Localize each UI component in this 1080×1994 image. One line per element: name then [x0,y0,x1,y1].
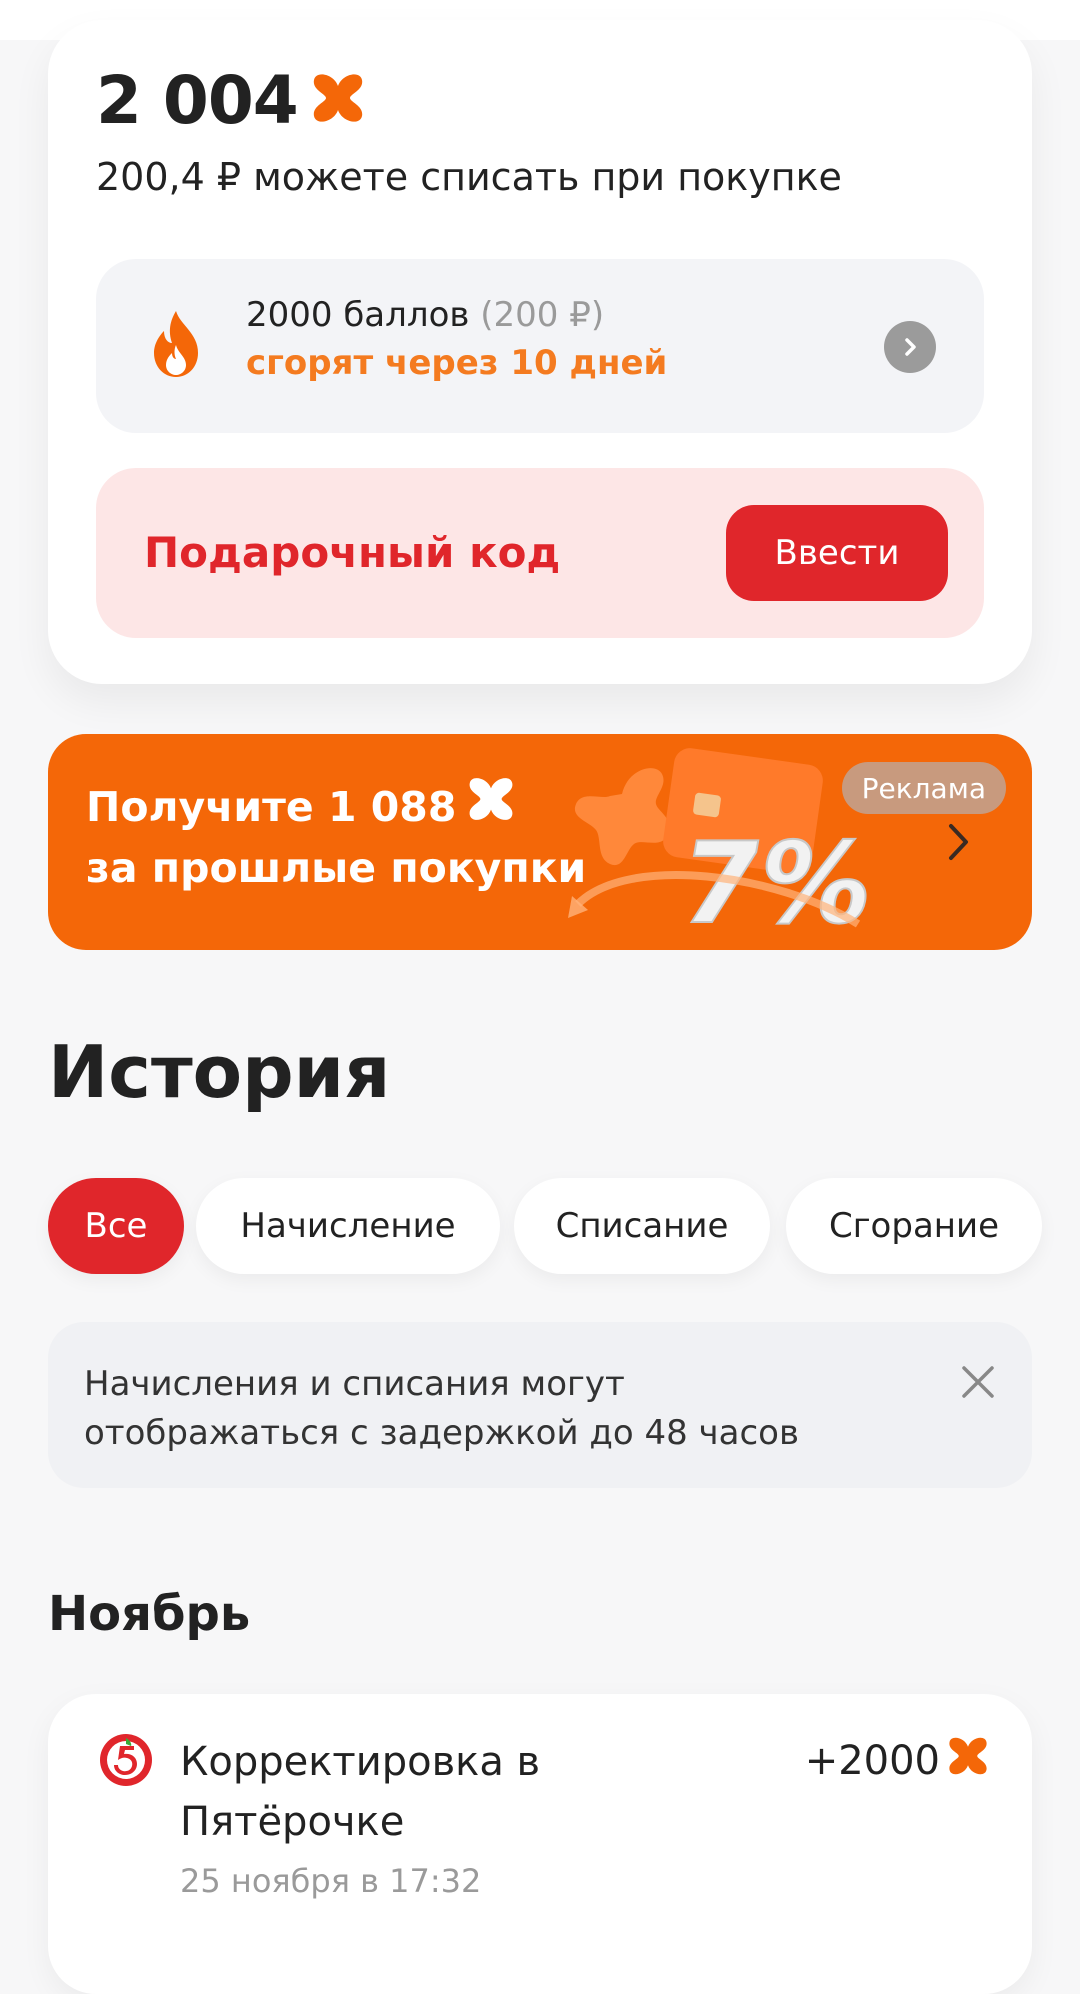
pyaterochka-logo-icon [98,1732,154,1792]
expiring-deadline: сгорят через 10 дней [246,343,668,383]
ad-badge: Реклама [841,762,1006,814]
fire-icon [150,309,202,383]
gift-code-row: Подарочный код Ввести [96,468,984,638]
transaction-date: 25 ноября в 17:32 [180,1862,482,1900]
gift-code-label: Подарочный код [144,528,561,577]
promo-art-text: 7% [670,818,883,949]
filter-chip-writeoff[interactable]: Списание [514,1178,770,1274]
chevron-right-icon [944,822,972,866]
promo-banner[interactable]: Получите 1 088 за прошлые покупки 7% Рек… [48,734,1032,950]
filter-chip-expiry[interactable]: Сгорание [786,1178,1042,1274]
transaction-amount: +2000 [805,1736,988,1786]
balance-points: 2 004 [96,61,299,139]
promo-line-1: Получите 1 088 [86,776,586,838]
expiring-points-text: 2000 баллов [246,295,470,335]
expiring-points-amount: 2000 баллов (200 ₽) [246,295,604,335]
history-title: История [48,1030,391,1114]
close-icon[interactable] [958,1362,998,1406]
expiring-points-row[interactable]: 2000 баллов (200 ₽) сгорят через 10 дней [96,259,984,433]
month-title: Ноябрь [48,1586,251,1642]
notice-text: Начисления и списания могут отображаться… [84,1360,799,1458]
history-filter-chips: Все Начисление Списание Сгорание [48,1178,1080,1274]
promo-line-1-text: Получите 1 088 [86,783,457,831]
filter-chip-accrual[interactable]: Начисление [196,1178,500,1274]
filter-chip-all[interactable]: Все [48,1178,184,1274]
promo-text: Получите 1 088 за прошлые покупки [86,776,586,898]
transaction-amount-value: +2000 [804,1738,940,1784]
balance-rub-text: 200,4 ₽ можете списать при покупке [96,155,842,199]
notice-line-2: отображаться с задержкой до 48 часов [84,1413,799,1453]
transaction-title: Корректировка в Пятёрочке [180,1739,541,1845]
expiring-rub-text: (200 ₽) [480,295,605,335]
promo-illustration: 7% [558,734,898,950]
points-x-icon-white [468,776,514,838]
chevron-right-icon[interactable] [884,321,936,373]
points-x-icon [948,1736,988,1786]
balance-row: 2 004 [96,60,364,140]
transaction-item[interactable]: Корректировка в Пятёрочке 25 ноября в 17… [48,1694,1032,1994]
promo-line-2: за прошлые покупки [86,844,587,892]
points-x-icon [312,72,364,128]
enter-gift-code-button[interactable]: Ввести [726,505,948,601]
delay-notice: Начисления и списания могут отображаться… [48,1322,1032,1488]
notice-line-1: Начисления и списания могут [84,1364,625,1404]
